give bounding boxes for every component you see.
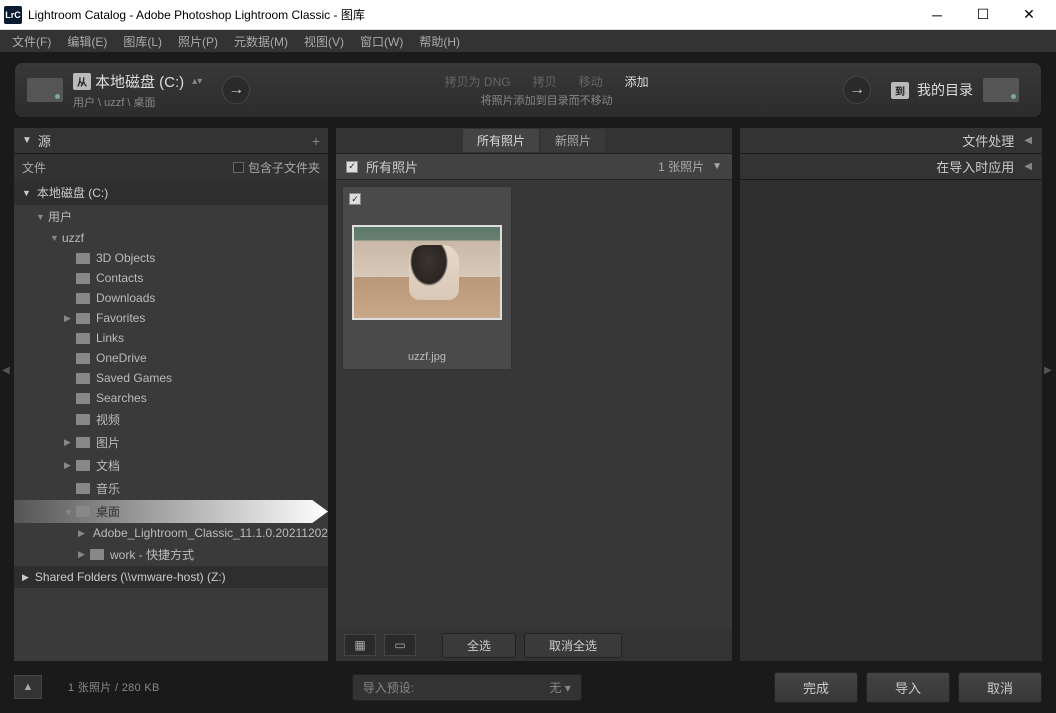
sort-dropdown-icon[interactable]: ▼ <box>712 161 722 172</box>
import-option-move[interactable]: 移动 <box>579 73 603 90</box>
tab[interactable]: 所有照片 <box>463 129 539 152</box>
menubar-item[interactable]: 视图(V) <box>296 31 352 52</box>
grid-view-button[interactable]: ▦ <box>344 634 376 656</box>
folder-tree[interactable]: ▼本地磁盘 (C:) ▼用户 ▼uzzf 3D ObjectsContactsD… <box>14 180 328 661</box>
chevron-down-icon: ▼ <box>22 135 32 146</box>
grid-toolbar: ▦ ▭ 全选 取消全选 <box>336 629 732 661</box>
to-badge: 到 <box>891 82 909 99</box>
tree-folder[interactable]: 视频 <box>14 408 328 431</box>
menubar: 文件(F)编辑(E)图库(L)照片(P)元数据(M)视图(V)窗口(W)帮助(H… <box>0 30 1056 52</box>
source-dropdown-icon[interactable]: ▴▾ <box>192 76 202 87</box>
maximize-button[interactable]: ☐ <box>960 0 1006 30</box>
chevron-left-icon: ◀ <box>1024 135 1032 146</box>
cancel-button[interactable]: 取消 <box>958 672 1042 703</box>
import-option-copy[interactable]: 拷贝 <box>533 73 557 90</box>
left-panel: ▼ 源 + 文件 包含子文件夹 ▼本地磁盘 (C:) ▼用户 ▼uzzf 3D … <box>14 128 328 661</box>
thumbnail-checkbox[interactable]: ✓ <box>349 193 361 205</box>
file-subheader: 文件 包含子文件夹 <box>14 154 328 180</box>
menubar-item[interactable]: 帮助(H) <box>411 31 468 52</box>
nav-arrow-right-2[interactable]: → <box>843 76 871 104</box>
source-panel-title: 源 <box>38 131 51 150</box>
menubar-item[interactable]: 照片(P) <box>170 31 226 52</box>
select-all-checkbox[interactable]: ✓ <box>346 161 358 173</box>
menubar-item[interactable]: 窗口(W) <box>352 31 411 52</box>
right-panel: 文件处理◀ 在导入时应用◀ <box>740 128 1042 661</box>
tree-folder[interactable]: Saved Games <box>14 368 328 388</box>
menubar-item[interactable]: 文件(F) <box>4 31 59 52</box>
collapse-button[interactable]: ▲ <box>14 675 42 699</box>
titlebar: LrC Lightroom Catalog - Adobe Photoshop … <box>0 0 1056 30</box>
import-subtitle: 将照片添加到目录而不移动 <box>481 92 613 108</box>
tab[interactable]: 新照片 <box>541 129 605 152</box>
import-button[interactable]: 导入 <box>866 672 950 703</box>
source-panel-header[interactable]: ▼ 源 + <box>14 128 328 154</box>
nav-arrow-right-1[interactable]: → <box>222 76 250 104</box>
add-source-icon[interactable]: + <box>312 133 320 149</box>
tree-folder[interactable]: 音乐 <box>14 477 328 500</box>
dest-drive-icon <box>983 78 1019 102</box>
done-button[interactable]: 完成 <box>774 672 858 703</box>
include-subfolders-checkbox[interactable] <box>233 162 244 173</box>
grid-title: 所有照片 <box>366 157 418 176</box>
thumbnail-image[interactable] <box>352 225 502 320</box>
from-badge: 从 <box>73 73 91 90</box>
tree-desktop[interactable]: ▼桌面 <box>14 500 328 523</box>
tree-shared-header[interactable]: ▶Shared Folders (\\vmware-host) (Z:) <box>14 566 328 588</box>
file-handling-panel[interactable]: 文件处理◀ <box>740 128 1042 154</box>
left-panel-toggle[interactable]: ◀ <box>2 350 12 390</box>
tree-folder[interactable]: Searches <box>14 388 328 408</box>
menubar-item[interactable]: 编辑(E) <box>59 31 115 52</box>
window-title: Lightroom Catalog - Adobe Photoshop Ligh… <box>28 6 914 23</box>
select-all-button[interactable]: 全选 <box>442 633 516 658</box>
thumbnail-cell[interactable]: ✓ uzzf.jpg <box>342 186 512 370</box>
minimize-button[interactable]: ─ <box>914 0 960 30</box>
tree-desktop-child[interactable]: ▶Adobe_Lightroom_Classic_11.1.0.20211202… <box>14 523 328 543</box>
app-icon: LrC <box>4 6 22 24</box>
import-preset-select[interactable]: 导入预设: 无 ▾ <box>352 674 582 701</box>
tree-folder[interactable]: Links <box>14 328 328 348</box>
center-panel: 所有照片新照片 ✓ 所有照片 1 张照片 ▼ ✓ uzzf.jpg ▦ ▭ 全选… <box>336 128 732 661</box>
file-label: 文件 <box>22 159 46 176</box>
chevron-left-icon: ◀ <box>1024 161 1032 172</box>
import-top-bar: 从 本地磁盘 (C:) ▴▾ 用户 \ uzzf \ 桌面 → 拷贝为 DNG拷… <box>14 62 1042 118</box>
source-path: 用户 \ uzzf \ 桌面 <box>73 94 202 110</box>
tree-users[interactable]: ▼用户 <box>14 205 328 228</box>
close-button[interactable]: ✕ <box>1006 0 1052 30</box>
menubar-item[interactable]: 元数据(M) <box>226 31 296 52</box>
apply-during-import-panel[interactable]: 在导入时应用◀ <box>740 154 1042 180</box>
drive-icon <box>27 78 63 102</box>
tree-folder[interactable]: ▶Favorites <box>14 308 328 328</box>
source-drive-label[interactable]: 本地磁盘 (C:) <box>95 71 184 92</box>
right-panel-toggle[interactable]: ▶ <box>1044 350 1054 390</box>
tree-folder[interactable]: ▶文档 <box>14 454 328 477</box>
photo-count: 1 张照片 <box>658 158 704 175</box>
thumbnail-filename: uzzf.jpg <box>349 351 505 363</box>
destination-label[interactable]: 我的目录 <box>917 80 973 100</box>
import-option-copy_dng[interactable]: 拷贝为 DNG <box>445 73 511 90</box>
tabs: 所有照片新照片 <box>336 128 732 154</box>
tree-folder[interactable]: 3D Objects <box>14 248 328 268</box>
grid-header: ✓ 所有照片 1 张照片 ▼ <box>336 154 732 180</box>
deselect-all-button[interactable]: 取消全选 <box>524 633 622 658</box>
tree-folder[interactable]: Contacts <box>14 268 328 288</box>
thumbnail-grid[interactable]: ✓ uzzf.jpg <box>336 180 732 629</box>
import-options: 拷贝为 DNG 拷贝 移动 添加将照片添加到目录而不移动 <box>270 73 823 108</box>
footer: ▲ 1 张照片 / 280 KB 导入预设: 无 ▾ 完成 导入 取消 <box>14 661 1042 713</box>
loupe-view-button[interactable]: ▭ <box>384 634 416 656</box>
menubar-item[interactable]: 图库(L) <box>115 31 170 52</box>
tree-drive-header[interactable]: ▼本地磁盘 (C:) <box>14 180 328 205</box>
include-subfolders-label: 包含子文件夹 <box>248 159 320 176</box>
tree-user[interactable]: ▼uzzf <box>14 228 328 248</box>
tree-folder[interactable]: OneDrive <box>14 348 328 368</box>
import-option-add[interactable]: 添加 <box>625 73 649 90</box>
tree-desktop-child[interactable]: ▶work - 快捷方式 <box>14 543 328 566</box>
tree-folder[interactable]: Downloads <box>14 288 328 308</box>
tree-folder[interactable]: ▶图片 <box>14 431 328 454</box>
footer-info: 1 张照片 / 280 KB <box>68 679 160 695</box>
